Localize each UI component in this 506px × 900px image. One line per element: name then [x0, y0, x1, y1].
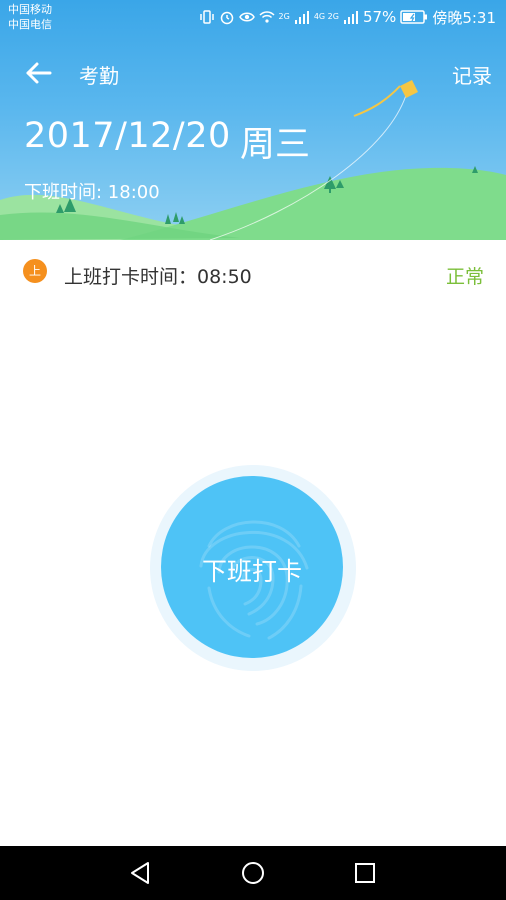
carrier-1-label: 中国移动: [8, 3, 52, 16]
arrow-left-icon[interactable]: [22, 56, 56, 90]
system-nav-bar: [0, 846, 506, 900]
checkin-badge: 上: [23, 259, 47, 283]
weekday-label: 周三: [240, 125, 311, 165]
network-type-label-2: 4G 2G: [313, 12, 339, 21]
checkin-record-row: 上 上班打卡时间：08:50 正常: [0, 240, 506, 304]
wifi-icon: [259, 11, 275, 23]
battery-percent: 57%: [362, 8, 397, 26]
punch-out-button[interactable]: 下班打卡: [161, 476, 343, 658]
network-type-label-1: 2G: [278, 12, 290, 21]
signal-icon-2: [343, 11, 358, 24]
alarm-icon: [220, 11, 233, 25]
battery-icon: [400, 10, 428, 24]
triangle-back-icon[interactable]: [126, 858, 156, 888]
punch-button-label: 下班打卡: [201, 557, 302, 586]
checkin-status: 正常: [445, 266, 484, 288]
status-bar: 中国移动 中国电信 2G 4G 2G 57% 傍晚5:31: [0, 0, 506, 34]
vibrate-icon: [199, 10, 214, 24]
square-recents-icon[interactable]: [350, 858, 380, 888]
eye-icon: [238, 12, 255, 22]
page-title: 考勤: [79, 64, 119, 88]
record-link[interactable]: 记录: [452, 60, 492, 89]
circle-home-icon[interactable]: [238, 858, 268, 888]
attendance-screen: 中国移动 中国电信 2G 4G 2G 57% 傍晚5:31 考勤 记录 2017…: [0, 0, 506, 900]
date-label: 2017/12/20: [24, 116, 231, 156]
status-icons: 2G 4G 2G 57% 傍晚5:31: [199, 6, 496, 28]
off-work-time-label: 下班时间: 18:00: [24, 182, 160, 203]
status-time: 傍晚5:31: [432, 8, 496, 27]
signal-icon: [294, 11, 309, 24]
carrier-2-label: 中国电信: [8, 18, 52, 31]
checkin-time-label: 上班打卡时间：08:50: [64, 266, 252, 288]
